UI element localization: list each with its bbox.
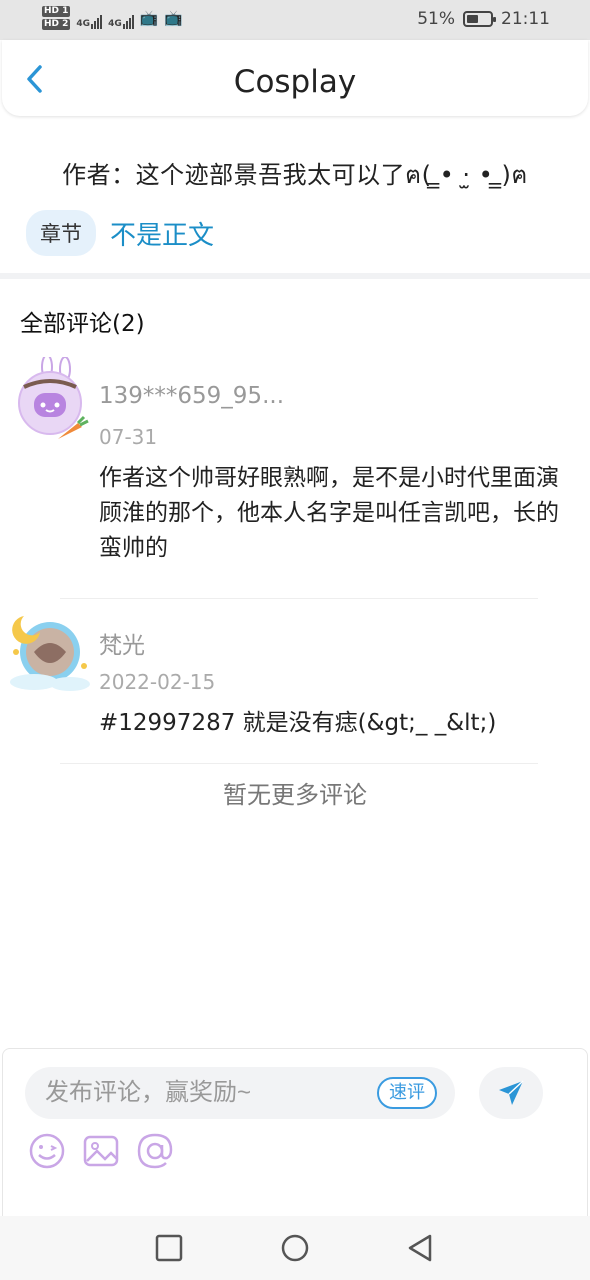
emoji-icon-shape	[29, 1133, 65, 1169]
comment-date: 2022-02-15	[99, 670, 216, 694]
square-icon	[155, 1234, 183, 1262]
status-bar: HD 1 HD 2 4G 4G 📺 📺 51% 21:11	[0, 0, 590, 40]
comment-input-wrapper: 速评	[25, 1067, 455, 1119]
battery-percent: 51%	[417, 9, 455, 29]
at-icon[interactable]	[135, 1131, 175, 1171]
no-more-comments: 暂无更多评论	[223, 781, 367, 809]
quick-comment-button[interactable]: 速评	[377, 1077, 437, 1109]
status-right: 51% 21:11	[417, 9, 550, 29]
status-left: HD 1 HD 2 4G 4G 📺 📺	[42, 6, 183, 30]
comment-text: 作者这个帅哥好眼熟啊，是不是小时代里面演顾淮的那个，他本人名字是叫任言凯吧，长的…	[99, 465, 559, 561]
network-label-1: 4G	[76, 19, 91, 29]
chapter-row: 章节 不是正文	[26, 210, 214, 256]
bilibili-icon: 📺	[164, 9, 184, 27]
comment-input[interactable]	[45, 1067, 355, 1119]
chapter-tag: 章节	[26, 210, 96, 256]
image-icon[interactable]	[81, 1131, 121, 1171]
comment-date: 07-31	[99, 425, 158, 449]
author-line: 作者：这个迹部景吾我太可以了ฅ( ̳• ·̫ • ̳)ฅ	[62, 161, 528, 189]
avatar-image	[10, 616, 90, 691]
recent-apps-button[interactable]	[153, 1232, 185, 1264]
image-icon-shape	[83, 1135, 119, 1167]
network-label-2: 4G	[108, 19, 122, 29]
signal-icon-1: 4G	[76, 7, 103, 29]
comment-separator	[60, 598, 538, 599]
chapter-link[interactable]: 不是正文	[110, 215, 214, 252]
nav-back-button[interactable]	[404, 1232, 436, 1264]
comment-separator	[60, 763, 538, 764]
comments-header: 全部评论(2)	[20, 311, 145, 337]
triangle-back-icon	[408, 1234, 432, 1262]
comment-composer: 速评	[2, 1048, 588, 1216]
circle-icon	[281, 1234, 309, 1262]
section-divider	[0, 273, 590, 279]
send-icon	[499, 1080, 524, 1105]
page-title: Cosplay	[233, 64, 357, 100]
send-button[interactable]	[479, 1067, 543, 1119]
battery-fill	[467, 15, 479, 23]
avatar-image	[18, 354, 89, 439]
app-header: Cosplay	[2, 40, 588, 116]
bilibili-icon: 📺	[139, 9, 159, 27]
bunny-chat-avatar[interactable]	[16, 354, 90, 439]
sim-indicators: HD 1 HD 2	[42, 6, 71, 30]
sim2-label: HD 2	[42, 19, 71, 30]
comment-text: #12997287 就是没有痣(&gt;_ _&lt;)	[99, 710, 497, 736]
at-icon-shape	[137, 1133, 173, 1169]
moon-frame-avatar[interactable]	[4, 604, 90, 691]
comment-username[interactable]: 139***659_95...	[99, 383, 284, 409]
sim1-label: HD 1	[42, 6, 71, 17]
signal-icon-2: 4G	[108, 7, 134, 29]
clock: 21:11	[501, 9, 550, 29]
emoji-icon[interactable]	[27, 1131, 67, 1171]
comment-username[interactable]: 梵光	[99, 626, 145, 660]
battery-icon	[463, 11, 496, 27]
system-nav-bar	[0, 1216, 590, 1280]
home-button[interactable]	[279, 1232, 311, 1264]
